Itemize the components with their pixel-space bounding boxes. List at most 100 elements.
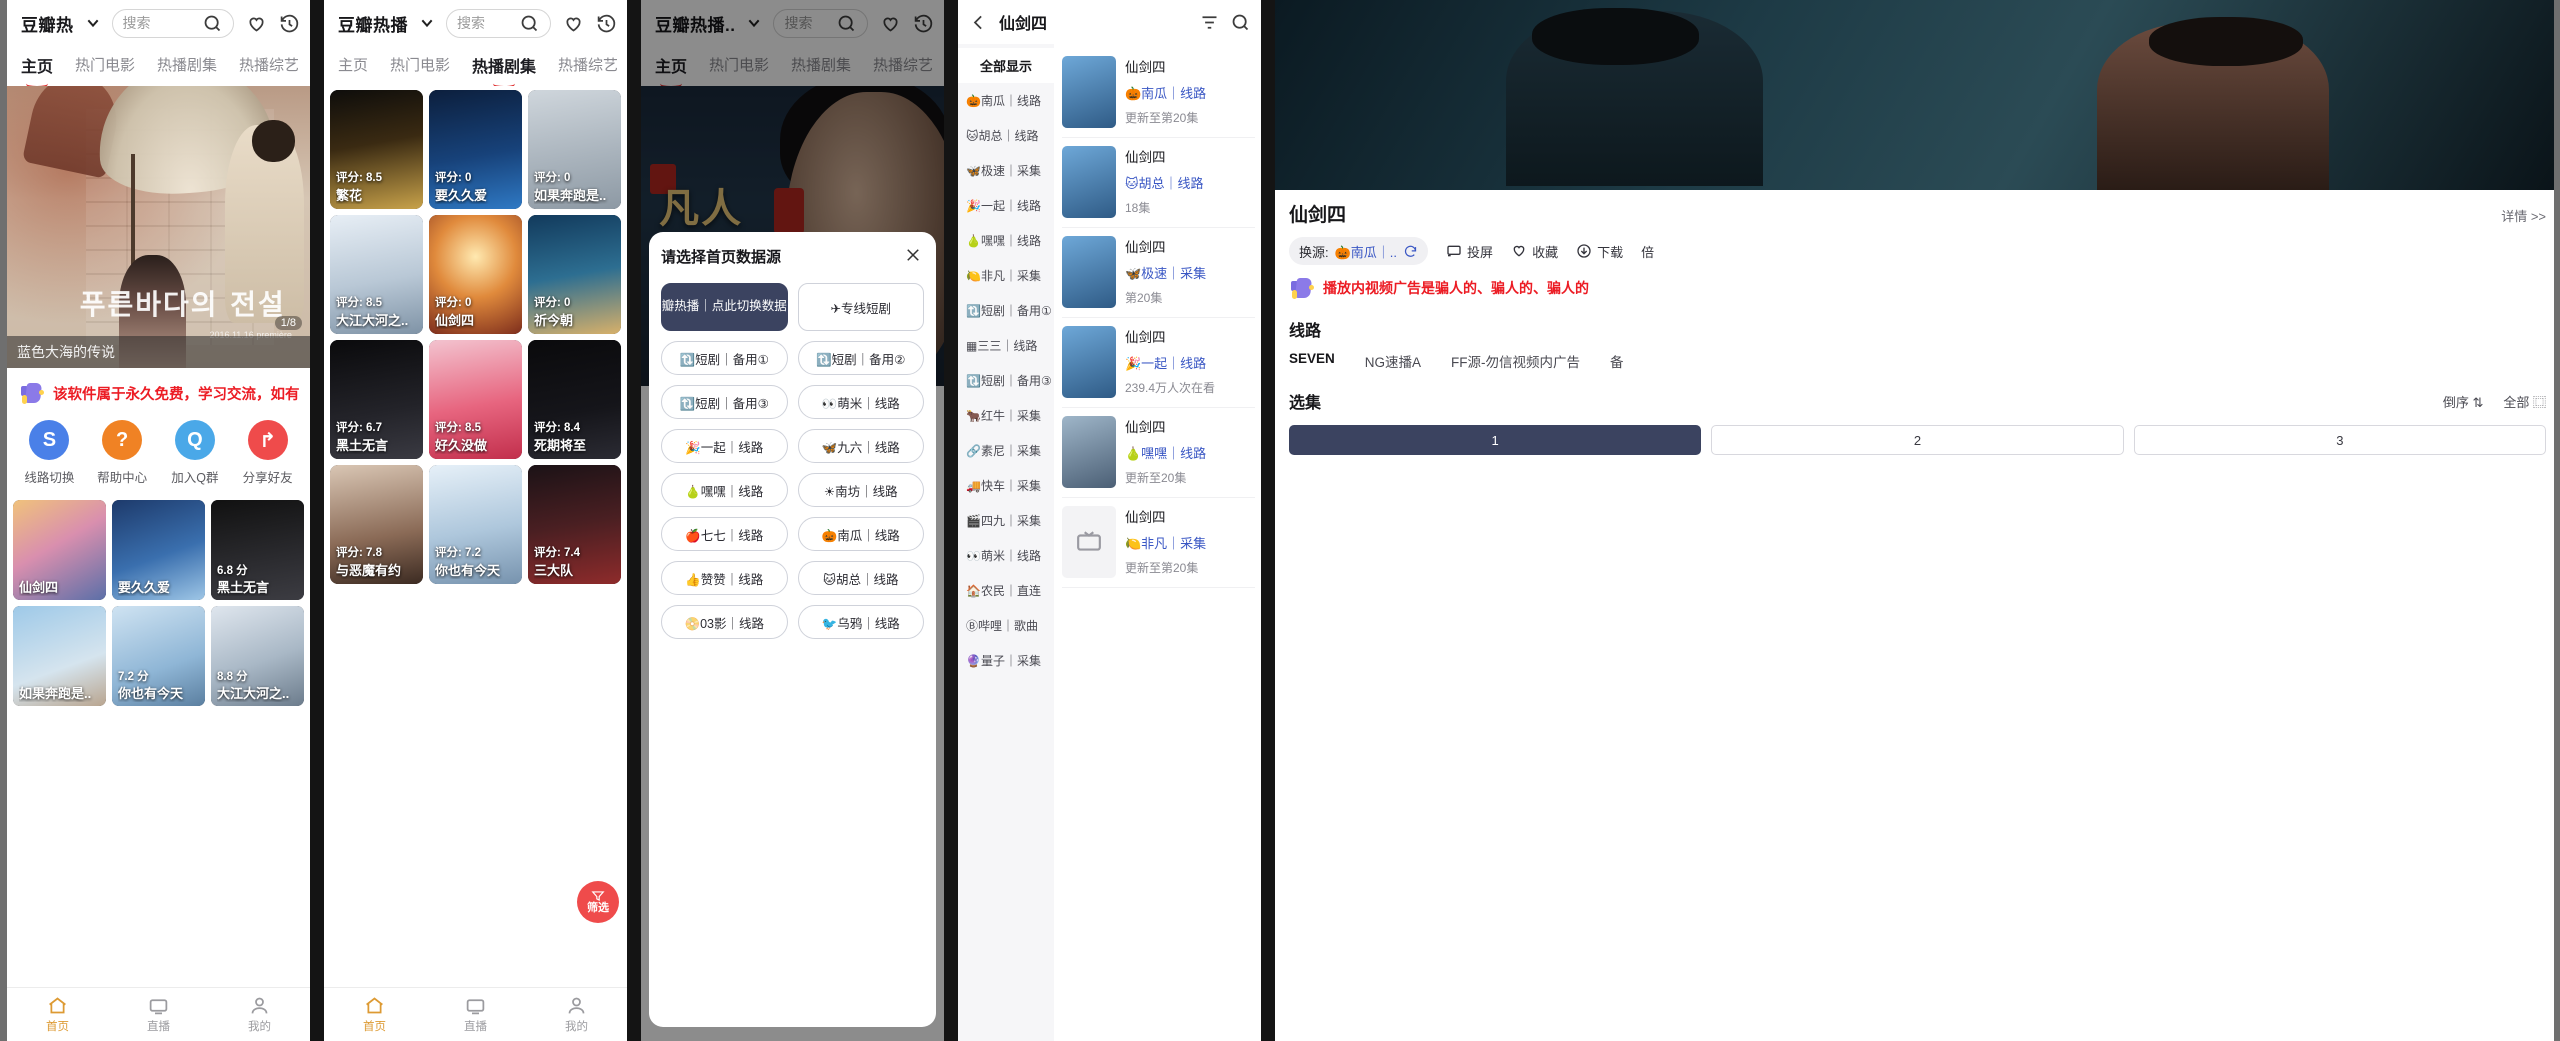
movie-card[interactable]: 7.2 分 你也有今天 xyxy=(112,606,205,706)
datasource-option[interactable]: ☀南坊｜线路 xyxy=(797,473,924,507)
series-card[interactable]: 评分: 8.5 好久没做 xyxy=(429,340,522,459)
search-icon[interactable] xyxy=(202,13,223,34)
datasource-option[interactable]: 🦋九六｜线路 xyxy=(797,429,924,463)
source-filter-item[interactable]: Ⓑ哔哩｜歌曲 xyxy=(958,608,1054,643)
movie-card[interactable]: 8.8 分 大江大河之.. xyxy=(211,606,304,706)
result-row[interactable]: 仙剑四 🎃南瓜｜线路 更新至第20集 xyxy=(1062,48,1255,138)
quick-action-share[interactable]: ↱ 分享好友 xyxy=(233,420,303,486)
source-filter-item[interactable]: 🔗素尼｜采集 xyxy=(958,433,1054,468)
source-filter-item[interactable]: 🦋极速｜采集 xyxy=(958,153,1054,188)
close-icon[interactable] xyxy=(900,242,926,268)
tab-hot-variety[interactable]: 热播综艺 xyxy=(239,54,299,78)
source-filter-item-all[interactable]: 全部显示 xyxy=(958,48,1054,83)
source-filter-item[interactable]: 👀萌米｜线路 xyxy=(958,538,1054,573)
heart-icon[interactable] xyxy=(563,13,584,34)
source-filter-item[interactable]: 🚚快车｜采集 xyxy=(958,468,1054,503)
quick-action-help[interactable]: ? 帮助中心 xyxy=(87,420,157,486)
series-card[interactable]: 评分: 7.2 你也有今天 xyxy=(429,465,522,584)
series-card[interactable]: 评分: 0 如果奔跑是.. xyxy=(528,90,621,209)
bookmark-button[interactable]: 收藏 xyxy=(1511,242,1558,261)
quick-action-join-qq[interactable]: Q 加入Q群 xyxy=(160,420,230,486)
result-row[interactable]: 仙剑四 🦋极速｜采集 第20集 xyxy=(1062,228,1255,318)
tabbar-item-home[interactable]: 首页 xyxy=(324,988,425,1041)
source-filter-item[interactable]: 🔃短剧｜备用③ xyxy=(958,363,1054,398)
result-row[interactable]: 仙剑四 🎉一起｜线路 239.4万人次在看 xyxy=(1062,318,1255,408)
source-filter-item[interactable]: 🔮量子｜采集 xyxy=(958,643,1054,678)
route-item-ff[interactable]: FF源-勿信视频内广告 xyxy=(1451,351,1580,371)
tab-home[interactable]: 主页 xyxy=(21,53,53,80)
back-chevron-icon[interactable] xyxy=(968,12,989,33)
datasource-option[interactable]: 🔃短剧｜备用② xyxy=(797,341,924,375)
filter-fab-button[interactable]: 筛选 xyxy=(577,881,619,923)
result-row[interactable]: 仙剑四 🍐嘿嘿｜线路 更新至20集 xyxy=(1062,408,1255,498)
tab-hot-series[interactable]: 热播剧集 xyxy=(472,53,536,80)
datasource-option[interactable]: 📀03影｜线路 xyxy=(661,605,788,639)
datasource-option[interactable]: 🐦乌鸦｜线路 xyxy=(797,605,924,639)
series-card[interactable]: 评分: 7.8 与恶魔有约 xyxy=(330,465,423,584)
source-filter-item[interactable]: 🎉一起｜线路 xyxy=(958,188,1054,223)
cast-button[interactable]: 投屏 xyxy=(1446,242,1493,261)
episode-button[interactable]: 3 xyxy=(2133,425,2546,455)
source-filter-item[interactable]: 🎬四九｜采集 xyxy=(958,503,1054,538)
tabbar-item-mine[interactable]: 我的 xyxy=(209,988,310,1041)
source-switch-pill[interactable]: 换源: 🎃南瓜｜.. xyxy=(1289,237,1429,265)
result-row[interactable]: 仙剑四 🐱胡总｜线路 18集 xyxy=(1062,138,1255,228)
series-card[interactable]: 评分: 0 仙剑四 xyxy=(429,215,522,334)
movie-card[interactable]: 6.8 分 黑土无言 xyxy=(211,500,304,600)
tabbar-item-home[interactable]: 首页 xyxy=(7,988,108,1041)
datasource-option[interactable]: 🔃短剧｜备用③ xyxy=(661,385,788,419)
app-brand-label[interactable]: 豆瓣热 xyxy=(21,11,74,36)
route-item-ng[interactable]: NG速播A xyxy=(1365,351,1421,371)
tabbar-item-live[interactable]: 直播 xyxy=(425,988,526,1041)
search-icon[interactable] xyxy=(1230,12,1251,33)
hero-banner[interactable]: 푸른바다의 전설 2016.11.16 première 1/8 蓝色大海的传说 xyxy=(7,86,310,368)
series-card[interactable]: 评分: 6.7 黑土无言 xyxy=(330,340,423,459)
detail-more-link[interactable]: 详情 >> xyxy=(2501,206,2546,225)
tab-hot-series[interactable]: 热播剧集 xyxy=(157,54,217,78)
tab-hot-variety[interactable]: 热播综艺 xyxy=(558,54,618,78)
search-icon[interactable] xyxy=(519,13,540,34)
datasource-option[interactable]: 👍赞赞｜线路 xyxy=(661,561,788,595)
source-filter-item[interactable]: 🐂红牛｜采集 xyxy=(958,398,1054,433)
video-player[interactable] xyxy=(1275,0,2560,190)
source-filter-item[interactable]: ▦三三｜线路 xyxy=(958,328,1054,363)
source-filter-item[interactable]: 🍐嘿嘿｜线路 xyxy=(958,223,1054,258)
datasource-option[interactable]: 🔃短剧｜备用① xyxy=(661,341,788,375)
datasource-option[interactable]: 🎃南瓜｜线路 xyxy=(797,517,924,551)
route-item-backup[interactable]: 备 xyxy=(1610,351,1624,371)
source-filter-item[interactable]: 🔃短剧｜备用① xyxy=(958,293,1054,328)
episode-button[interactable]: 1 xyxy=(1289,425,1702,455)
tabbar-item-mine[interactable]: 我的 xyxy=(526,988,627,1041)
datasource-option[interactable]: ✈专线短剧 xyxy=(797,283,924,331)
datasource-option[interactable]: 👀萌米｜线路 xyxy=(797,385,924,419)
movie-card[interactable]: 仙剑四 xyxy=(13,500,106,600)
datasource-option[interactable]: 🐱胡总｜线路 xyxy=(797,561,924,595)
series-card[interactable]: 评分: 0 要久久爱 xyxy=(429,90,522,209)
chevron-down-icon[interactable] xyxy=(82,12,104,34)
tab-hot-movies[interactable]: 热门电影 xyxy=(390,54,450,78)
tab-hot-movies[interactable]: 热门电影 xyxy=(75,54,135,78)
search-input[interactable]: 搜索 xyxy=(111,8,234,38)
series-card[interactable]: 评分: 0 祈今朝 xyxy=(528,215,621,334)
tabbar-item-live[interactable]: 直播 xyxy=(108,988,209,1041)
episodes-all-toggle[interactable]: 全部 ⿴ xyxy=(2503,392,2546,411)
series-card[interactable]: 评分: 8.4 死期将至 xyxy=(528,340,621,459)
source-filter-list[interactable]: 全部显示 🎃南瓜｜线路 🐱胡总｜线路 🦋极速｜采集 🎉一起｜线路 🍐嘿嘿｜线路 … xyxy=(958,44,1054,1041)
download-button[interactable]: 下载 xyxy=(1576,242,1623,261)
speed-button[interactable]: 倍 xyxy=(1641,242,1654,261)
notice-banner[interactable]: 该软件属于永久免费，学习交流，如有不足 xyxy=(7,368,310,410)
history-icon[interactable] xyxy=(596,13,617,34)
datasource-option[interactable]: 🍎七七｜线路 xyxy=(661,517,788,551)
episodes-order-toggle[interactable]: 倒序 ⇅ xyxy=(2443,392,2484,411)
heart-icon[interactable] xyxy=(246,13,267,34)
series-card[interactable]: 评分: 7.4 三大队 xyxy=(528,465,621,584)
filter-icon[interactable] xyxy=(1199,12,1220,33)
route-item-seven[interactable]: SEVEN xyxy=(1289,351,1335,371)
result-row[interactable]: 仙剑四 🍋非凡｜采集 更新至第20集 xyxy=(1062,498,1255,588)
tab-home[interactable]: 主页 xyxy=(338,54,368,78)
chevron-down-icon[interactable] xyxy=(416,12,438,34)
search-input[interactable]: 搜索 xyxy=(446,8,551,38)
refresh-icon[interactable] xyxy=(1403,244,1418,259)
history-icon[interactable] xyxy=(279,13,300,34)
datasource-option[interactable]: 🍐嘿嘿｜线路 xyxy=(661,473,788,507)
